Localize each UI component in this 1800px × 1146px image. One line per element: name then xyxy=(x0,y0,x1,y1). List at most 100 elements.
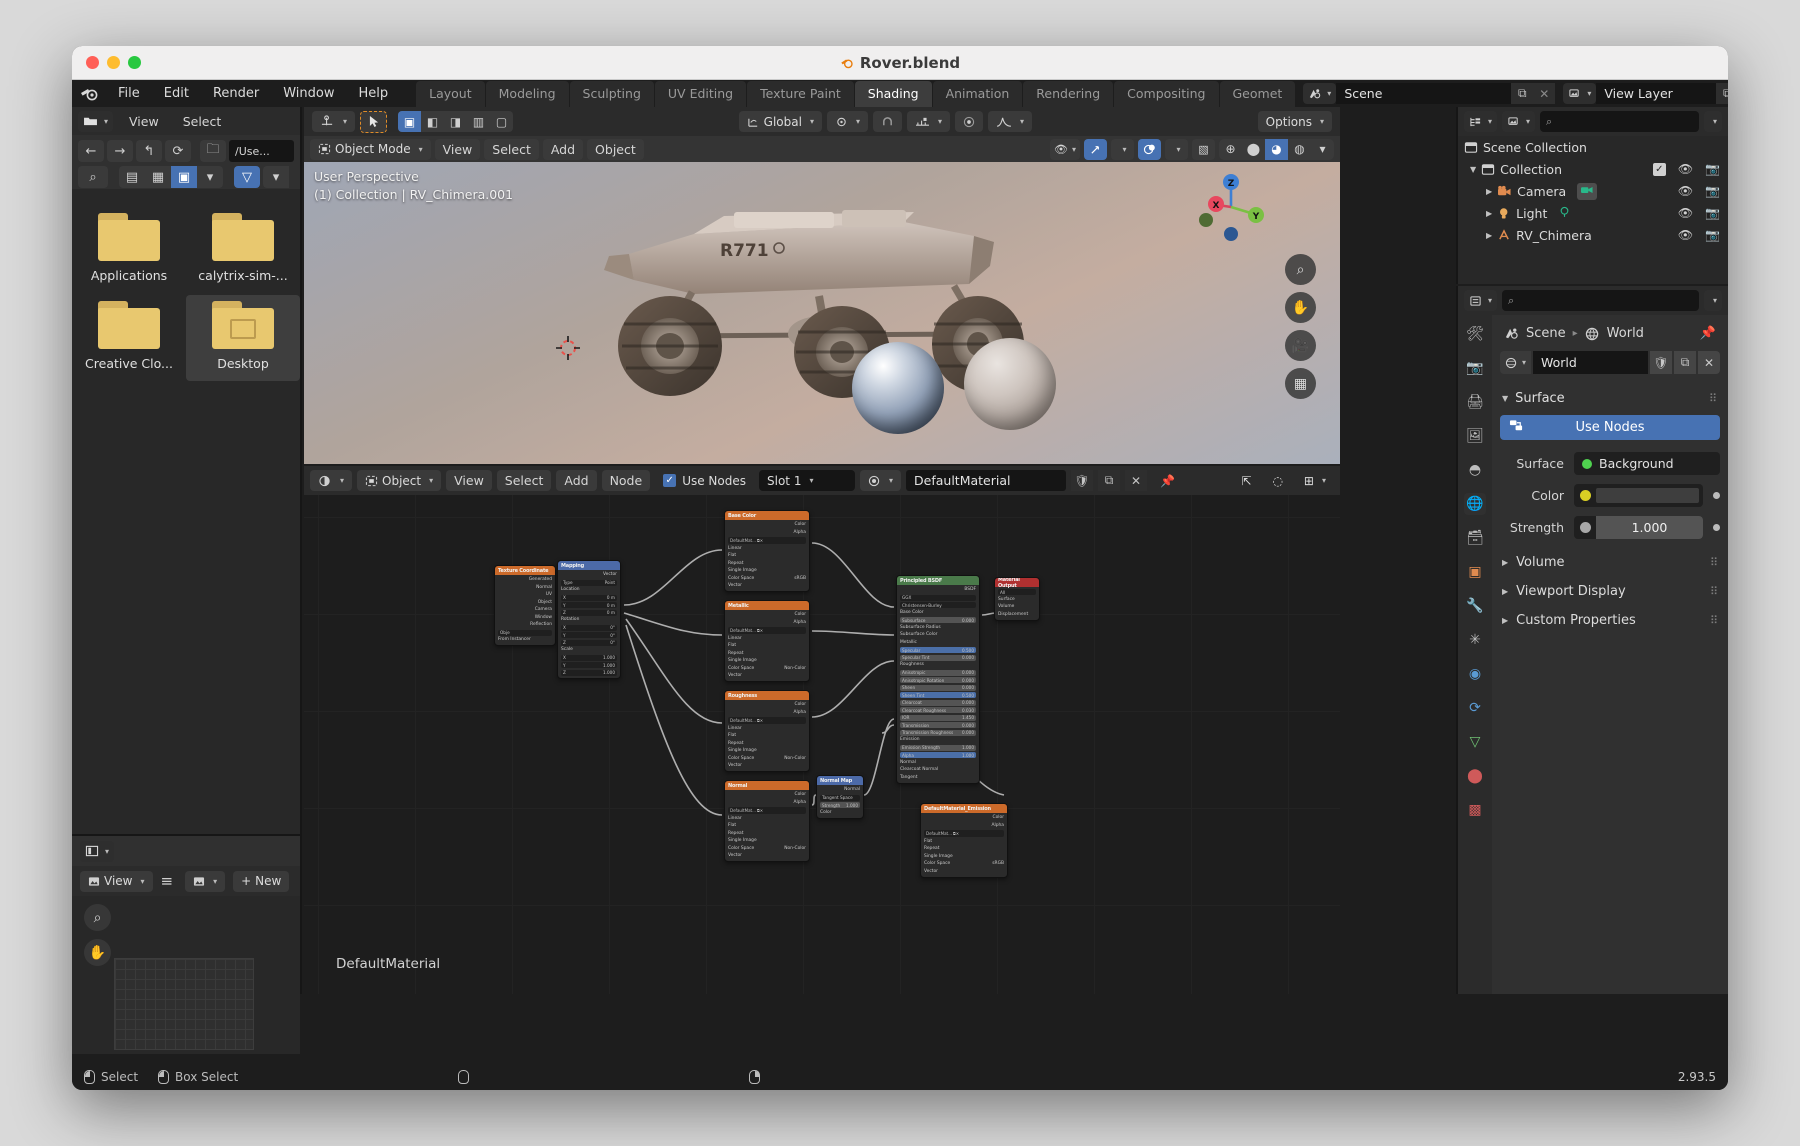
file-item-creative-cloud[interactable]: Creative Clo... xyxy=(72,295,186,381)
editor-type-shader-editor-icon[interactable] xyxy=(310,470,353,491)
node-field[interactable]: Subsurface 0.000 xyxy=(900,617,976,623)
chevron-right-icon[interactable]: ▶ xyxy=(1486,187,1492,196)
pin-icon[interactable]: 📌 xyxy=(1700,326,1716,341)
display-mode-thumbnails-icon[interactable]: ▣ xyxy=(171,166,197,188)
file-item-applications[interactable]: Applications xyxy=(72,207,186,293)
object-mode-dropdown[interactable]: Object Mode xyxy=(310,138,431,160)
tool-select-box-icon[interactable] xyxy=(360,110,388,133)
editor-type-image-editor-icon[interactable] xyxy=(80,840,115,862)
falloff-curve-dropdown[interactable] xyxy=(988,111,1033,132)
node-field[interactable]: Z 0 m xyxy=(561,609,617,616)
world-name-field[interactable]: World xyxy=(1533,351,1648,374)
surface-value-dropdown[interactable]: Background xyxy=(1574,452,1720,475)
node-input-row[interactable]: Normal xyxy=(900,760,976,766)
panel-header-surface[interactable]: ▼ Surface ⠿ xyxy=(1500,386,1720,411)
node-field[interactable]: Single Image xyxy=(728,838,806,844)
node-output-row[interactable]: Window xyxy=(498,615,552,621)
node-input-row[interactable]: Surface xyxy=(998,597,1036,603)
node-field[interactable]: Color Space Non-Color xyxy=(728,756,806,762)
node-output-row[interactable]: Reflection xyxy=(498,622,552,628)
shading-wireframe-icon[interactable]: ⊕ xyxy=(1219,139,1242,160)
node-field[interactable]: Single Image xyxy=(728,568,806,574)
node-field[interactable]: IOR 1.450 xyxy=(900,714,976,721)
panel-header-custom-properties[interactable]: ▶ Custom Properties ⠿ xyxy=(1500,606,1720,635)
image-editor-view-menu[interactable]: View xyxy=(80,870,153,892)
node-field[interactable]: Y 1.000 xyxy=(561,662,617,668)
node-field[interactable]: All xyxy=(998,589,1036,595)
chevron-right-icon[interactable]: ▶ xyxy=(1486,209,1492,218)
view-layer-duplicate-button[interactable]: ⧉ xyxy=(1716,83,1728,104)
view-layer-browse-icon[interactable] xyxy=(1563,83,1597,104)
light-data-icon[interactable] xyxy=(1558,206,1571,221)
tab-texture[interactable]: ▩ xyxy=(1464,799,1486,821)
editor-type-properties-icon[interactable] xyxy=(1464,290,1498,311)
node-field[interactable]: Repeat xyxy=(728,561,806,567)
transform-orientation-dropdown[interactable]: Global xyxy=(738,111,822,132)
chevron-down-icon[interactable]: ▼ xyxy=(1502,394,1508,403)
menu-file[interactable]: File xyxy=(106,83,152,104)
node-field[interactable]: Single Image xyxy=(728,748,806,754)
new-folder-icon[interactable]: 🗀 xyxy=(200,140,226,162)
outliner-row-collection[interactable]: ▼ Collection ✓ 👁 📷 xyxy=(1458,158,1728,180)
viewport-options-dropdown[interactable]: Options xyxy=(1257,111,1332,132)
node-image-selector[interactable]: DefaultMat... ⧉✕ xyxy=(728,537,806,544)
viewport-canvas[interactable]: User Perspective (1) Collection | RV_Chi… xyxy=(304,162,1340,464)
workspace-tab-shading[interactable]: Shading xyxy=(854,80,932,107)
xray-toggle-icon[interactable]: ▧ xyxy=(1192,138,1215,160)
shading-material-preview-icon[interactable]: ◕ xyxy=(1265,138,1288,160)
node-input-row[interactable]: Volume xyxy=(998,604,1036,610)
node-output-row[interactable]: BSDF xyxy=(900,587,976,593)
node-field[interactable]: Strength 1.000 xyxy=(820,802,860,808)
shader-menu-select[interactable]: Select xyxy=(496,470,552,491)
node-input-row[interactable]: Tangent xyxy=(900,775,976,781)
node-image-texture-normal[interactable]: Normal Color Alpha DefaultMat... ⧉✕ Linea… xyxy=(724,780,810,862)
node-field[interactable]: Flat xyxy=(924,839,1004,845)
node-image-texture-base-color[interactable]: Base Color Color Alpha DefaultMat... ⧉✕ L… xyxy=(724,510,810,592)
overlays-toggle-icon[interactable] xyxy=(1138,138,1161,160)
visibility-eye-icon[interactable]: 👁 xyxy=(1678,162,1693,176)
gizmo-dropdown-icon[interactable] xyxy=(1111,138,1134,160)
shader-menu-add[interactable]: Add xyxy=(556,470,597,491)
scene-duplicate-button[interactable]: ⧉ xyxy=(1511,83,1534,104)
use-nodes-button[interactable]: Use Nodes xyxy=(1500,415,1720,440)
node-output-row[interactable]: Alpha xyxy=(728,710,806,716)
parent-directory-icon[interactable]: ↰ xyxy=(136,140,162,162)
node-field[interactable]: Obje xyxy=(498,629,552,636)
strength-value[interactable]: 1.000 xyxy=(1596,516,1703,539)
visibility-eye-icon[interactable]: 👁 xyxy=(1678,206,1693,220)
image-editor-menu-icon[interactable]: ≡ xyxy=(161,873,174,889)
node-field[interactable]: Sheen Tint 0.500 xyxy=(900,692,976,698)
node-input-row[interactable]: Vector xyxy=(924,869,1004,875)
node-field[interactable]: Flat xyxy=(728,823,806,829)
tab-view-layer[interactable]: 🖼 xyxy=(1464,425,1486,447)
render-camera-icon[interactable]: 📷 xyxy=(1705,206,1720,220)
node-field[interactable]: Emission Strength 1.000 xyxy=(900,744,976,751)
node-image-texture-emission[interactable]: DefaultMaterial_Emission Color Alpha Def… xyxy=(920,803,1008,878)
node-field[interactable]: Scale xyxy=(561,647,617,653)
image-editor-canvas[interactable]: ⌕ ✋ xyxy=(72,896,300,1054)
back-icon[interactable]: ← xyxy=(78,140,104,162)
node-input-row[interactable]: Vector xyxy=(728,853,806,859)
node-output-row[interactable]: Alpha xyxy=(728,530,806,536)
tab-physics[interactable]: ◉ xyxy=(1464,663,1486,685)
node-field[interactable]: Christensen-Burley xyxy=(900,602,976,608)
editor-type-file-browser-icon[interactable] xyxy=(78,110,114,132)
breadcrumb-scene[interactable]: Scene xyxy=(1526,326,1566,341)
world-duplicate-button[interactable]: ⧉ xyxy=(1674,351,1696,374)
select-extend-icon[interactable]: ◧ xyxy=(421,111,444,132)
color-swatch-field[interactable] xyxy=(1574,484,1703,507)
fake-user-shield-icon[interactable]: 🛡 xyxy=(1071,470,1094,491)
pan-hand-icon[interactable]: ✋ xyxy=(1285,292,1316,323)
snap-target-dropdown[interactable] xyxy=(906,111,950,132)
node-output-row[interactable]: Normal xyxy=(498,585,552,591)
scene-delete-button[interactable]: ✕ xyxy=(1533,83,1556,104)
render-camera-icon[interactable]: 📷 xyxy=(1705,228,1720,242)
camera-data-icon[interactable] xyxy=(1577,182,1598,200)
chevron-right-icon[interactable]: ▶ xyxy=(1502,587,1508,596)
file-browser-menu-select[interactable]: Select xyxy=(175,111,230,132)
outliner-row-scene-collection[interactable]: Scene Collection xyxy=(1458,136,1728,158)
pin-icon[interactable]: 📌 xyxy=(1152,470,1183,491)
outliner-row-camera[interactable]: ▶ Camera 👁 📷 xyxy=(1458,180,1728,202)
node-field[interactable]: Y 0° xyxy=(561,632,617,638)
new-image-button[interactable]: + New xyxy=(233,870,290,892)
